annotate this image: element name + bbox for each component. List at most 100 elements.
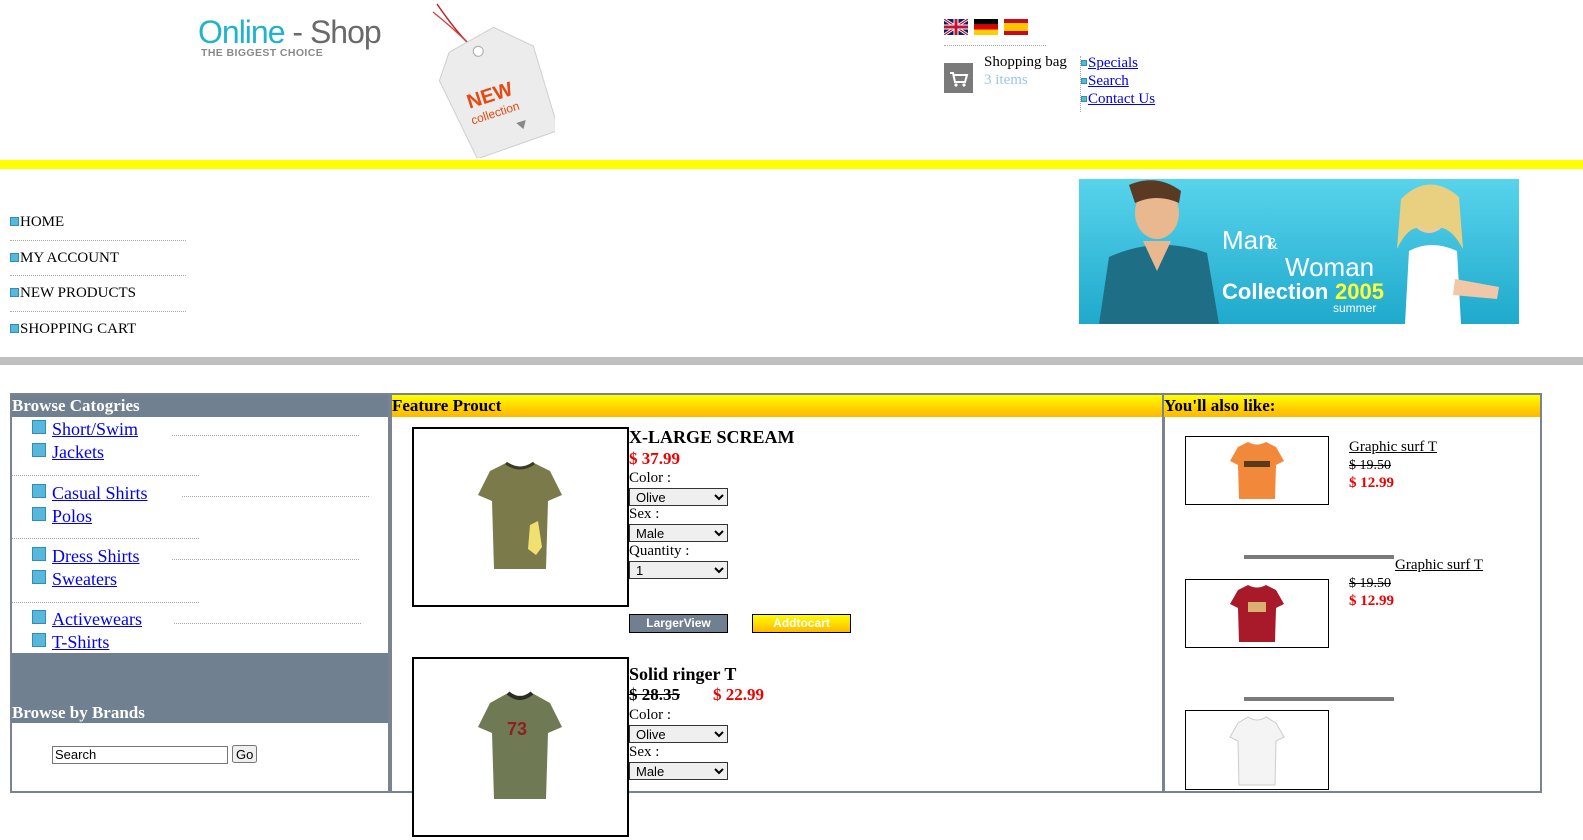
new-collection-tag-image: NEW collection bbox=[432, 3, 555, 158]
arrow-bullet-icon bbox=[10, 323, 19, 333]
logo[interactable]: Online - Shop bbox=[198, 14, 382, 51]
arrow-bullet-icon bbox=[1081, 96, 1087, 102]
sex-label: Sex : bbox=[629, 744, 660, 760]
divider bbox=[172, 559, 359, 560]
quantity-select[interactable]: 1 bbox=[629, 561, 728, 579]
category-link-short-swim[interactable]: Short/Swim bbox=[32, 419, 138, 440]
logo-part1: Online bbox=[198, 14, 285, 50]
flag-de-icon[interactable] bbox=[974, 19, 998, 35]
larger-view-button[interactable]: LargerView bbox=[629, 614, 728, 633]
sex-select[interactable]: Male bbox=[629, 524, 728, 542]
tshirt-icon bbox=[478, 463, 562, 569]
category-link-casual-shirts[interactable]: Casual Shirts bbox=[32, 483, 148, 504]
tshirt-icon bbox=[1230, 585, 1284, 642]
tshirt-icon bbox=[1230, 442, 1284, 499]
brand-search-input[interactable] bbox=[52, 745, 228, 764]
also-like-image[interactable] bbox=[1185, 436, 1329, 505]
tshirt-icon bbox=[478, 693, 562, 799]
divider bbox=[1244, 555, 1394, 559]
shopping-cart-icon[interactable] bbox=[944, 63, 973, 93]
product-name: Solid ringer T bbox=[629, 664, 737, 684]
arrow-bullet-icon bbox=[10, 288, 19, 297]
color-label: Color : bbox=[629, 707, 672, 723]
contact-us-link[interactable]: Contact Us bbox=[1081, 90, 1155, 108]
language-flags bbox=[944, 19, 1028, 35]
sex-select[interactable]: Male bbox=[629, 762, 728, 780]
arrow-bullet-icon bbox=[32, 633, 46, 647]
brands-title: Browse by Brands bbox=[12, 703, 145, 722]
categories-panel: Browse Catogries Short/Swim Jackets Casu… bbox=[10, 393, 390, 793]
divider bbox=[174, 623, 361, 624]
arrow-bullet-icon bbox=[10, 217, 19, 226]
feature-title: Feature Prouct bbox=[392, 395, 1163, 417]
also-like-old-price: $ 19.50 bbox=[1349, 576, 1391, 591]
nav-item-new-products[interactable]: NEW PRODUCTS bbox=[10, 276, 186, 312]
sex-label: Sex : bbox=[629, 506, 660, 522]
nav-item-shopping-cart[interactable]: SHOPPING CART bbox=[10, 312, 186, 348]
product-old-price: $ 28.35 bbox=[629, 685, 680, 704]
divider bbox=[172, 435, 359, 436]
nav-item-my-account[interactable]: MY ACCOUNT bbox=[10, 241, 186, 276]
banner-text-amp: & bbox=[1267, 236, 1278, 253]
arrow-bullet-icon bbox=[32, 547, 46, 561]
quantity-label: Quantity : bbox=[629, 543, 690, 559]
also-like-price: $ 12.99 bbox=[1349, 593, 1394, 609]
divider bbox=[182, 496, 369, 497]
product-price: $ 22.99 bbox=[713, 685, 764, 704]
section-divider-bar bbox=[0, 357, 1583, 365]
also-like-image[interactable] bbox=[1185, 579, 1329, 648]
divider bbox=[12, 602, 199, 603]
banner-text-collection: Collection bbox=[1222, 279, 1328, 304]
divider bbox=[12, 538, 199, 539]
arrow-bullet-icon bbox=[32, 443, 46, 457]
arrow-bullet-icon bbox=[1081, 60, 1087, 66]
arrow-bullet-icon bbox=[32, 610, 46, 624]
banner-text-season: summer bbox=[1333, 301, 1376, 315]
also-like-price: $ 12.99 bbox=[1349, 475, 1394, 491]
arrow-bullet-icon bbox=[32, 484, 46, 498]
feature-panel: Feature Prouct X-LARGE SCREAM $ 37.99 Co… bbox=[390, 393, 1165, 837]
arrow-bullet-icon bbox=[10, 252, 19, 262]
category-link-polos[interactable]: Polos bbox=[32, 506, 92, 527]
product-name: X-LARGE SCREAM bbox=[629, 427, 795, 447]
also-like-old-price: $ 19.50 bbox=[1349, 458, 1391, 473]
specials-link[interactable]: Specials bbox=[1081, 54, 1155, 72]
product-image[interactable] bbox=[412, 427, 629, 607]
category-link-sweaters[interactable]: Sweaters bbox=[32, 569, 117, 590]
category-link-t-shirts[interactable]: T-Shirts bbox=[32, 632, 109, 653]
flag-es-icon[interactable] bbox=[1004, 19, 1028, 35]
banner-text-woman: Woman bbox=[1285, 252, 1374, 282]
shopping-bag-label: Shopping bag bbox=[984, 54, 1067, 70]
nav-item-home[interactable]: HOME bbox=[10, 205, 186, 241]
divider bbox=[12, 475, 199, 476]
top-links: Specials Search Contact Us bbox=[1081, 54, 1155, 108]
svg-text:73: 73 bbox=[507, 719, 527, 739]
also-like-link[interactable]: Graphic surf T bbox=[1349, 439, 1437, 456]
color-select[interactable]: Olive bbox=[629, 725, 728, 743]
arrow-bullet-icon bbox=[32, 570, 46, 584]
go-button[interactable]: Go bbox=[232, 745, 258, 763]
color-label: Color : bbox=[629, 470, 672, 486]
also-like-title: You'll also like: bbox=[1164, 395, 1540, 417]
categories-title: Browse Catogries bbox=[12, 395, 388, 417]
category-link-jackets[interactable]: Jackets bbox=[32, 442, 104, 463]
header-divider-bar bbox=[0, 160, 1583, 169]
color-select[interactable]: Olive bbox=[629, 488, 728, 506]
category-link-activewears[interactable]: Activewears bbox=[32, 609, 142, 630]
divider bbox=[1244, 697, 1394, 701]
divider bbox=[944, 45, 1046, 46]
add-to-cart-button[interactable]: Addtocart bbox=[752, 614, 851, 633]
flag-uk-icon[interactable] bbox=[944, 19, 968, 35]
shopping-bag-count: 3 items bbox=[984, 72, 1028, 88]
product-image[interactable]: 73 bbox=[412, 657, 629, 837]
arrow-bullet-icon bbox=[1081, 78, 1087, 84]
main-nav: HOME MY ACCOUNT NEW PRODUCTS SHOPPING CA… bbox=[10, 205, 186, 347]
category-link-dress-shirts[interactable]: Dress Shirts bbox=[32, 546, 140, 567]
logo-tagline: THE BIGGEST CHOICE bbox=[201, 47, 324, 59]
arrow-bullet-icon bbox=[32, 507, 46, 521]
search-link[interactable]: Search bbox=[1081, 72, 1155, 90]
also-like-link[interactable]: Graphic surf T bbox=[1395, 557, 1483, 574]
also-like-image[interactable] bbox=[1185, 710, 1329, 790]
product-price: $ 37.99 bbox=[629, 449, 680, 468]
also-like-panel: You'll also like: Graphic surf T $ 19.50… bbox=[1162, 393, 1542, 793]
